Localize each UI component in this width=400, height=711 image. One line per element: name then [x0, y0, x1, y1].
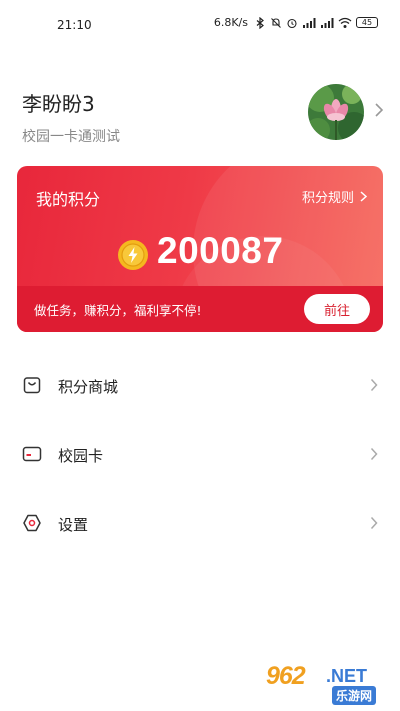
points-card-title: 我的积分	[36, 190, 101, 209]
network-speed: 6.8K/s	[213, 16, 248, 29]
menu-item-label: 积分商城	[58, 378, 119, 396]
profile-subtitle: 校园一卡通测试	[22, 129, 120, 145]
status-bar: 21:10 6.8K/s 45	[0, 0, 400, 52]
hd-signal-icon	[321, 17, 334, 28]
battery-icon: 45	[356, 17, 378, 28]
points-card-footer: 做任务，赚积分，福利享不停! 前往	[17, 286, 383, 332]
lotus-flower-avatar-icon	[308, 84, 364, 140]
bluetooth-icon	[256, 16, 264, 29]
menu-item-label: 设置	[58, 516, 89, 534]
points-rules-label: 积分规则	[301, 191, 354, 206]
points-rules-link[interactable]: 积分规则	[302, 187, 367, 206]
coin-icon	[118, 240, 148, 270]
status-icons: 6.8K/s 45	[214, 16, 378, 29]
chevron-right-icon	[370, 447, 378, 461]
chevron-right-icon	[360, 191, 367, 202]
chevron-right-icon	[370, 378, 378, 392]
wifi-icon	[338, 17, 352, 28]
menu-item-settings[interactable]: 设置	[0, 489, 400, 558]
points-slogan: 做任务，赚积分，福利享不停!	[34, 303, 202, 318]
alarm-icon	[287, 18, 297, 28]
watermark-number: 962	[266, 662, 306, 690]
chevron-right-icon	[370, 516, 378, 530]
go-button[interactable]: 前往	[304, 294, 370, 324]
watermark-logo: 962 .NET 乐游网	[262, 662, 392, 706]
settings-hexagon-icon	[23, 514, 41, 532]
avatar[interactable]	[308, 84, 364, 140]
watermark-suffix: .NET	[326, 666, 368, 686]
status-time: 21:10	[57, 18, 92, 32]
watermark-subtitle: 乐游网	[332, 686, 377, 705]
hd-signal-icon	[303, 17, 316, 28]
card-icon	[22, 446, 42, 462]
points-card: 我的积分 积分规则 200087 做任务，赚积分，福利享不停! 前往	[17, 166, 383, 332]
mute-icon	[271, 17, 281, 28]
profile-header[interactable]: 李盼盼3 校园一卡通测试	[22, 80, 384, 150]
menu-item-campus-card[interactable]: 校园卡	[0, 420, 400, 489]
profile-name: 李盼盼3	[22, 92, 95, 116]
menu-list: 积分商城 校园卡 设置	[0, 351, 400, 558]
menu-item-label: 校园卡	[58, 447, 104, 465]
menu-item-points-mall[interactable]: 积分商城	[0, 351, 400, 420]
points-value: 200087	[157, 230, 284, 271]
chevron-right-icon[interactable]	[374, 102, 384, 118]
shopping-bag-icon	[23, 377, 41, 394]
